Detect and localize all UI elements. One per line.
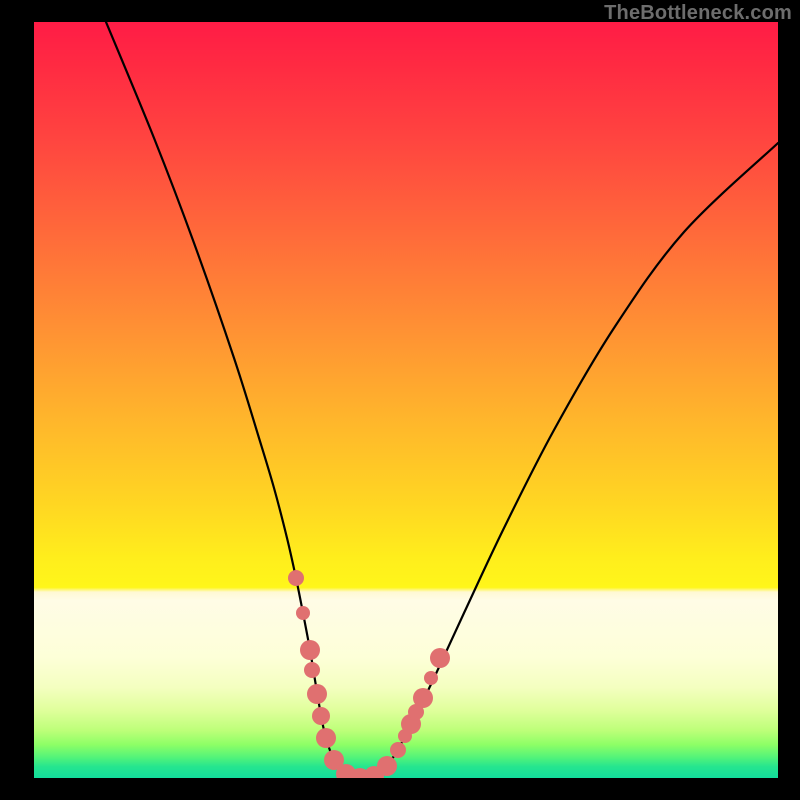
- marker-dot: [300, 640, 320, 660]
- marker-dot: [307, 684, 327, 704]
- marker-dot: [316, 728, 336, 748]
- curve-layer: [34, 22, 778, 778]
- chart-frame: TheBottleneck.com: [0, 0, 800, 800]
- plot-area: [34, 22, 778, 778]
- marker-dot: [304, 662, 320, 678]
- marker-dot: [312, 707, 330, 725]
- marker-dot: [424, 671, 438, 685]
- marker-dot: [377, 756, 397, 776]
- marker-dot: [288, 570, 304, 586]
- marker-dot: [296, 606, 310, 620]
- marker-dot: [430, 648, 450, 668]
- marker-dot: [413, 688, 433, 708]
- marker-dots: [288, 570, 450, 778]
- watermark-text: TheBottleneck.com: [604, 2, 792, 25]
- marker-dot: [390, 742, 406, 758]
